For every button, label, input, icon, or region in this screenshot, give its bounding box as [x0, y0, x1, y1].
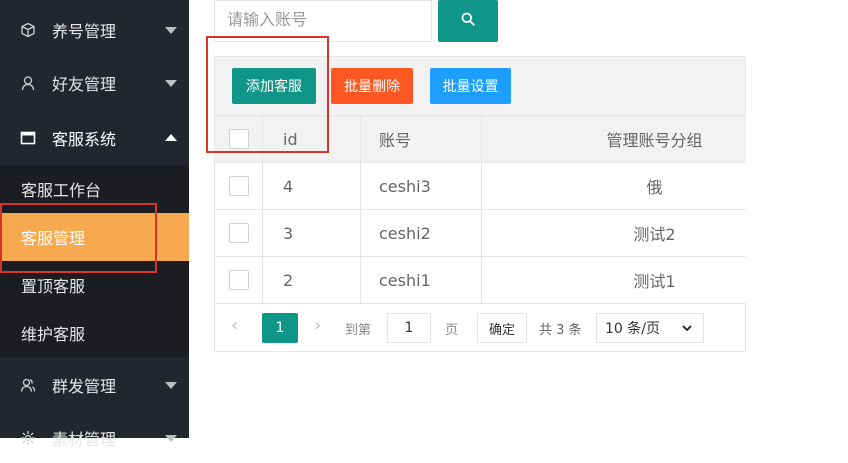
nav-label: 养号管理: [52, 22, 117, 41]
window-icon: [20, 130, 36, 146]
total-count: 共 3 条: [539, 323, 582, 338]
annotation-box-add-button: [206, 36, 329, 153]
cell-id: 4: [263, 163, 361, 209]
cell-account: ceshi2: [361, 210, 482, 256]
nav-item-materials[interactable]: 素材管理: [0, 413, 189, 463]
row-checkbox[interactable]: [228, 223, 249, 243]
table-row: 4 ceshi3 俄: [214, 163, 746, 210]
select-cell: [215, 257, 263, 303]
row-checkbox[interactable]: [228, 270, 249, 290]
current-page-button[interactable]: 1: [262, 313, 298, 343]
chevron-down-icon: [165, 435, 177, 442]
select-cell: [215, 163, 263, 209]
sub-item-label: 维护客服: [21, 325, 86, 344]
goto-page-input[interactable]: 1: [387, 313, 431, 343]
cell-id: 3: [263, 210, 361, 256]
cell-id: 2: [263, 257, 361, 303]
nav-item-friends[interactable]: 好友管理: [0, 58, 189, 108]
search-icon: [460, 11, 476, 31]
cell-account: ceshi3: [361, 163, 482, 209]
annotation-box-service-management: [0, 203, 157, 273]
cell-account: ceshi1: [361, 257, 482, 303]
select-cell: [215, 210, 263, 256]
table-row: 2 ceshi1 测试1: [214, 257, 746, 304]
batch-settings-button[interactable]: 批量设置: [430, 68, 511, 104]
nav-label: 好友管理: [52, 75, 117, 94]
nav-item-mass-send[interactable]: 群发管理: [0, 360, 189, 410]
confirm-button[interactable]: 确定: [477, 313, 527, 343]
chevron-left-icon[interactable]: ‹: [231, 315, 238, 336]
nav-label: 素材管理: [52, 430, 117, 449]
page-unit-label: 页: [445, 323, 459, 338]
chevron-right-icon[interactable]: ›: [314, 315, 321, 336]
page-size-value: 10 条/页: [605, 321, 660, 337]
sub-item-label: 客服工作台: [21, 181, 102, 200]
goto-label: 到第: [345, 323, 372, 338]
row-checkbox[interactable]: [228, 176, 249, 196]
cube-icon: [20, 22, 36, 38]
chevron-down-icon: [165, 382, 177, 389]
cell-group: 测试2: [633, 225, 676, 244]
page-size-select[interactable]: 10 条/页: [596, 313, 704, 343]
sub-item-label: 置顶客服: [21, 277, 86, 296]
cell-group: 测试1: [633, 272, 676, 291]
nav-label: 群发管理: [52, 377, 117, 396]
nav-item-customer-service[interactable]: 客服系统: [0, 113, 189, 163]
chevron-down-icon: [681, 322, 693, 338]
sub-item-maintain-service[interactable]: 维护客服: [0, 309, 189, 357]
column-header-group: 管理账号分组: [606, 131, 703, 150]
batch-delete-button[interactable]: 批量删除: [331, 68, 413, 104]
nav-label: 客服系统: [52, 130, 117, 149]
chevron-down-icon: [165, 80, 177, 87]
gear-icon: [20, 430, 36, 446]
cell-group: 俄: [646, 178, 663, 197]
nav-item-account-raising[interactable]: 养号管理: [0, 5, 189, 55]
column-header-account: 账号: [361, 116, 482, 162]
user-icon: [20, 75, 36, 91]
chevron-down-icon: [165, 27, 177, 34]
users-icon: [20, 377, 36, 393]
search-button[interactable]: [438, 0, 498, 42]
pagination: ‹ 1 › 到第 1 页 确定 共 3 条 10 条/页: [214, 303, 746, 352]
chevron-up-icon: [165, 134, 177, 141]
table-row: 3 ceshi2 测试2: [214, 210, 746, 257]
